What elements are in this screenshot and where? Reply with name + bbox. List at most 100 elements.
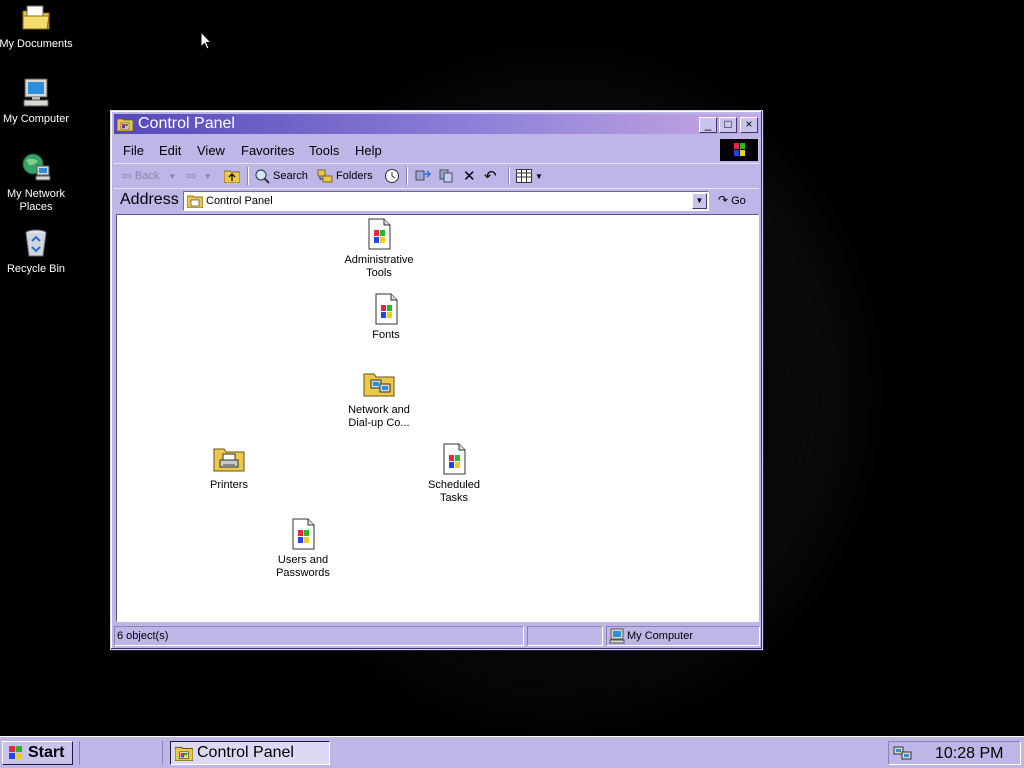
system-tray: 10:28 PM (888, 741, 1021, 765)
title-bar[interactable]: Control Panel _ □ × (114, 114, 759, 134)
cp-item-administrative-tools[interactable]: Administrative Tools (339, 218, 419, 280)
document-app-icon (287, 518, 319, 550)
control-panel-folder-icon (117, 118, 133, 131)
address-dropdown-button[interactable]: ▼ (692, 193, 707, 209)
address-label: Address (120, 191, 179, 208)
move-to-button[interactable] (414, 167, 432, 185)
document-app-icon (370, 293, 402, 325)
history-button[interactable] (384, 167, 400, 185)
go-button[interactable]: ↷ Go (718, 193, 746, 207)
folders-button[interactable]: Folders (317, 167, 373, 185)
minimize-button[interactable]: _ (699, 117, 717, 133)
history-clock-icon (385, 169, 399, 183)
undo-icon: ↶ (484, 168, 497, 185)
cp-item-label: Users and Passwords (276, 554, 330, 579)
chevron-down-icon: ▼ (168, 171, 177, 181)
move-to-icon (415, 170, 432, 181)
window-title: Control Panel (138, 115, 235, 132)
control-panel-window: Control Panel _ □ × File Edit View Favor… (110, 110, 763, 650)
search-label: Search (273, 170, 308, 182)
folders-label: Folders (336, 170, 373, 182)
control-panel-folder-icon (175, 746, 193, 761)
chevron-down-icon: ▼ (535, 171, 543, 181)
menu-file[interactable]: File (123, 143, 144, 158)
copy-to-button[interactable] (438, 167, 456, 185)
desktop-icon-label: Recycle Bin (6, 263, 66, 275)
forward-button[interactable]: ⇨ ▼ (186, 167, 212, 185)
views-grid-icon (516, 169, 532, 183)
go-arrow-icon: ↷ (718, 193, 729, 207)
cp-item-label: Network and Dial-up Co... (348, 404, 410, 429)
desktop-icon-my-network-places[interactable]: My Network Places (0, 152, 74, 214)
menu-edit[interactable]: Edit (159, 143, 181, 158)
menu-bar: File Edit View Favorites Tools Help (114, 138, 759, 160)
start-button[interactable]: Start (2, 741, 73, 765)
cp-item-label: Fonts (372, 329, 400, 341)
cp-item-label: Administrative Tools (344, 254, 414, 279)
search-icon (255, 169, 270, 184)
menu-tools[interactable]: Tools (309, 143, 339, 158)
undo-button[interactable]: ↶ (484, 167, 497, 185)
menu-help[interactable]: Help (355, 143, 382, 158)
cp-item-label: Scheduled Tasks (428, 479, 480, 504)
printer-folder-icon (213, 443, 245, 475)
address-value: Control Panel (206, 195, 273, 207)
back-button[interactable]: ⇦ Back ▼ (121, 167, 176, 185)
views-button[interactable]: ▼ (516, 167, 543, 185)
folder-view: Administrative Tools Fonts Network and D… (116, 214, 759, 622)
folder-documents-icon (20, 2, 52, 34)
recycle-bin-icon (20, 227, 52, 259)
desktop-icon-my-computer[interactable]: My Computer (0, 77, 74, 126)
desktop-icon-label: My Documents (0, 38, 73, 50)
desktop-icon-label: My Network Places (6, 188, 66, 213)
task-label: Control Panel (197, 744, 294, 761)
delete-x-icon: ✕ (463, 168, 476, 185)
desktop: My Documents My Computer My Network Plac… (0, 0, 1024, 736)
up-folder-icon (224, 170, 240, 183)
search-button[interactable]: Search (254, 167, 308, 185)
back-arrow-icon: ⇦ (121, 168, 132, 183)
clock[interactable]: 10:28 PM (935, 745, 1003, 763)
desktop-icon-recycle-bin[interactable]: Recycle Bin (0, 227, 74, 276)
control-panel-folder-icon (187, 195, 203, 208)
windows-throbber-logo (720, 139, 758, 161)
taskbar-button-control-panel[interactable]: Control Panel (170, 741, 330, 765)
menu-favorites[interactable]: Favorites (241, 143, 294, 158)
address-input[interactable]: Control Panel ▼ (183, 191, 709, 211)
network-folder-icon (363, 368, 395, 400)
status-object-count: 6 object(s) (114, 626, 524, 646)
up-folder-button[interactable] (224, 167, 240, 185)
computer-icon (609, 628, 625, 644)
close-button[interactable]: × (740, 117, 758, 133)
desktop-icon-my-documents[interactable]: My Documents (0, 2, 74, 51)
menu-view[interactable]: View (197, 143, 225, 158)
document-app-icon (438, 443, 470, 475)
computer-icon (20, 77, 52, 109)
cp-item-printers[interactable]: Printers (189, 443, 269, 492)
folders-icon (317, 169, 333, 183)
windows-logo-icon (9, 746, 22, 759)
status-pane-empty (527, 626, 603, 646)
standard-toolbar: ⇦ Back ▼ ⇨ ▼ Search Folders ✕ ↶ ▼ (114, 163, 759, 187)
desktop-icon-label: My Computer (2, 113, 70, 125)
delete-button[interactable]: ✕ (463, 167, 476, 185)
cp-item-fonts[interactable]: Fonts (346, 293, 426, 342)
status-bar: 6 object(s) My Computer (114, 626, 760, 646)
cp-item-label: Printers (210, 479, 248, 491)
start-label: Start (28, 744, 65, 761)
quick-launch-area (79, 741, 163, 765)
cp-item-users-passwords[interactable]: Users and Passwords (263, 518, 343, 580)
network-connection-icon[interactable] (893, 745, 913, 761)
forward-arrow-icon: ⇨ (186, 168, 197, 183)
document-app-icon (363, 218, 395, 250)
cp-item-network-dialup[interactable]: Network and Dial-up Co... (339, 368, 419, 430)
status-zone: My Computer (606, 626, 760, 646)
maximize-button[interactable]: □ (719, 117, 737, 133)
zone-label: My Computer (627, 630, 694, 642)
go-label: Go (731, 195, 746, 207)
back-label: Back (134, 170, 160, 182)
copy-to-icon (439, 169, 453, 183)
address-bar: Address Control Panel ▼ ↷ Go (114, 188, 759, 212)
network-globe-icon (20, 152, 52, 184)
cp-item-scheduled-tasks[interactable]: Scheduled Tasks (414, 443, 494, 505)
